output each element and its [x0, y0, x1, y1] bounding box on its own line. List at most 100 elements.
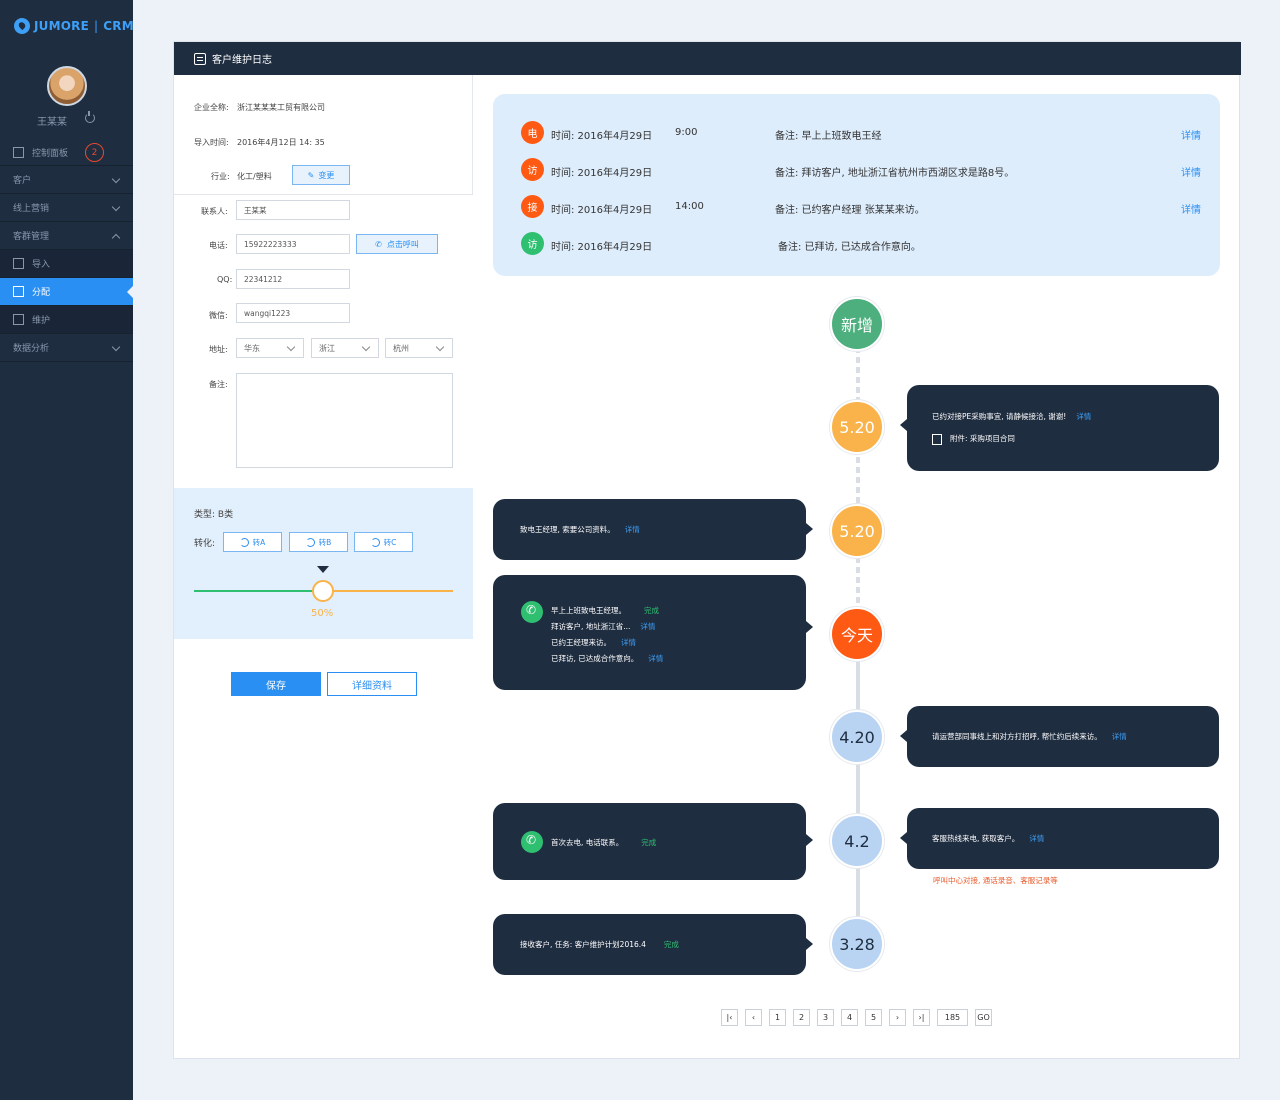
timeline-node: 4.2 — [830, 814, 884, 868]
timeline-card: 请运营部同事线上和对方打招呼, 帮忙约后续来访。 详情 — [900, 706, 1219, 767]
summary-time: 时间: 2016年4月29日 — [551, 168, 653, 179]
type-label-text: 类型: — [194, 510, 218, 520]
main-panel: 客户维护日志 企业全称: 浙江某某某工贸有限公司 导入时间: 2016年4月12… — [173, 41, 1241, 1059]
notification-badge: 2 — [85, 143, 104, 162]
region-select[interactable]: 华东 — [236, 338, 304, 358]
summary-row: 访 时间: 2016年4月29日 备注: 拜访客户, 地址浙江省杭州市西湖区求是… — [521, 158, 1201, 182]
summary-detail-link[interactable]: 详情 — [1181, 127, 1201, 142]
card-line: 首次去电, 电话联系。 完成 — [551, 837, 656, 848]
prev-page-button[interactable]: ‹ — [745, 1009, 762, 1026]
detail-button[interactable]: 详细资料 — [327, 672, 417, 696]
progress-percent: 50% — [311, 608, 334, 619]
nav-item-import[interactable]: 导入 — [0, 250, 133, 278]
detail-link[interactable]: 详情 — [1076, 412, 1091, 421]
card-text: 客服热线来电, 获取客户。 — [932, 834, 1020, 843]
nav-item-maintain[interactable]: 维护 — [0, 306, 133, 334]
page-button[interactable]: 1 — [769, 1009, 786, 1026]
call-button[interactable]: ✆ 点击呼叫 — [356, 234, 438, 254]
nav-label: 分配 — [32, 288, 51, 298]
summary-box: 电 时间: 2016年4月29日 9:00 备注: 早上上班致电王经 详情 访 … — [493, 94, 1220, 276]
convert-a-button[interactable]: 转A — [223, 532, 282, 552]
phone-icon — [521, 831, 543, 853]
contact-input[interactable]: 王某某 — [236, 200, 350, 220]
import-time-value: 2016年4月12日 14: 35 — [237, 138, 325, 147]
slider-handle[interactable] — [312, 580, 334, 602]
attachment-line[interactable]: 附件: 采购项目合同 — [932, 433, 1015, 445]
next-page-button[interactable]: › — [889, 1009, 906, 1026]
power-icon[interactable] — [85, 111, 95, 123]
remark-textarea[interactable] — [236, 373, 453, 468]
summary-time: 时间: 2016年4月29日 — [551, 205, 653, 216]
chevron-down-icon — [111, 174, 121, 184]
first-page-button[interactable]: |‹ — [721, 1009, 738, 1026]
summary-note: 备注: 已约客户经理 张某某来访。 — [775, 205, 925, 216]
card-text: 早上上班致电王经理。 — [551, 606, 626, 615]
detail-link[interactable]: 详情 — [621, 638, 636, 647]
calendar-icon — [194, 52, 206, 65]
go-button[interactable]: GO — [975, 1009, 992, 1026]
nav-label: 维护 — [32, 316, 51, 326]
receive-type-icon: 接 — [521, 195, 544, 218]
page-button[interactable]: 2 — [793, 1009, 810, 1026]
summary-detail-link[interactable]: 详情 — [1181, 201, 1201, 216]
brand-logo[interactable]: JUMORE | CRM — [14, 18, 134, 34]
avatar[interactable] — [47, 66, 87, 106]
page-button[interactable]: 4 — [841, 1009, 858, 1026]
city-select[interactable]: 杭州 — [385, 338, 453, 358]
panel-header: 客户维护日志 — [174, 42, 1241, 75]
nav-item-group-mgmt[interactable]: 客群管理 — [0, 222, 133, 250]
nav-item-assign[interactable]: 分配 — [0, 278, 133, 306]
qq-input[interactable]: 22341212 — [236, 269, 350, 289]
detail-link[interactable]: 详情 — [648, 654, 663, 663]
convert-b-button[interactable]: 转B — [289, 532, 348, 552]
detail-link[interactable]: 详情 — [1112, 732, 1127, 741]
call-type-icon: 电 — [521, 121, 544, 144]
nav-item-dashboard[interactable]: 控制面板 2 — [0, 139, 133, 166]
chevron-down-icon — [111, 202, 121, 212]
drop-icon — [14, 18, 30, 34]
card-line: 已约王经理来访。 详情 — [551, 637, 636, 648]
slider-track-remaining[interactable] — [324, 590, 453, 592]
convert-b-label: 转B — [318, 537, 332, 547]
page-number-input[interactable]: 185 — [937, 1009, 968, 1026]
convert-c-button[interactable]: 转C — [354, 532, 413, 552]
call-center-note: 呼叫中心对接, 通话录音、客服记录等 — [933, 876, 1058, 885]
detail-link[interactable]: 详情 — [640, 622, 655, 631]
summary-hour: 14:00 — [675, 201, 704, 212]
province-select[interactable]: 浙江 — [311, 338, 379, 358]
chevron-up-icon — [111, 233, 121, 243]
timeline-card: 接收客户, 任务: 客户维护计划2016.4 完成 — [493, 914, 813, 975]
industry-value: 化工/塑料 — [237, 172, 272, 181]
summary-time: 时间: 2016年4月29日 — [551, 242, 653, 253]
card-line: 已约对接PE采购事宜, 请静候接洽, 谢谢! 详情 — [932, 411, 1091, 422]
save-button[interactable]: 保存 — [231, 672, 321, 696]
visit-type-icon: 访 — [521, 158, 544, 181]
wechat-label: 微信: — [209, 311, 228, 320]
last-page-button[interactable]: ›| — [913, 1009, 930, 1026]
phone-input[interactable]: 15922223333 — [236, 234, 350, 254]
phone-label: 电话: — [209, 241, 228, 250]
wechat-input[interactable]: wangqi1223 — [236, 303, 350, 323]
nav-item-online-marketing[interactable]: 线上营销 — [0, 194, 133, 222]
detail-link[interactable]: 详情 — [625, 525, 640, 534]
detail-link[interactable]: 详情 — [1029, 834, 1044, 843]
nav-item-analytics[interactable]: 数据分析 — [0, 334, 133, 362]
timeline-node-today: 今天 — [830, 607, 884, 661]
import-time-label: 导入时间: — [194, 138, 229, 147]
card-text: 致电王经理, 索要公司资料。 — [520, 525, 615, 534]
page-button[interactable]: 5 — [865, 1009, 882, 1026]
card-line: 拜访客户, 地址浙江省... 详情 — [551, 621, 655, 632]
card-text: 已拜访, 已达成合作意向。 — [551, 654, 639, 663]
summary-detail-link[interactable]: 详情 — [1181, 164, 1201, 179]
chevron-down-icon — [111, 342, 121, 352]
card-line: 已拜访, 已达成合作意向。 详情 — [551, 653, 663, 664]
timeline-past-line — [856, 627, 860, 947]
summary-hour: 9:00 — [675, 127, 698, 138]
page-button[interactable]: 3 — [817, 1009, 834, 1026]
slider-track-done[interactable] — [194, 590, 324, 592]
maintain-icon — [13, 314, 24, 325]
edit-icon: ✎ — [307, 170, 315, 180]
card-text: 首次去电, 电话联系。 — [551, 838, 624, 847]
change-industry-button[interactable]: ✎ 变更 — [292, 165, 350, 185]
nav-item-customers[interactable]: 客户 — [0, 166, 133, 194]
